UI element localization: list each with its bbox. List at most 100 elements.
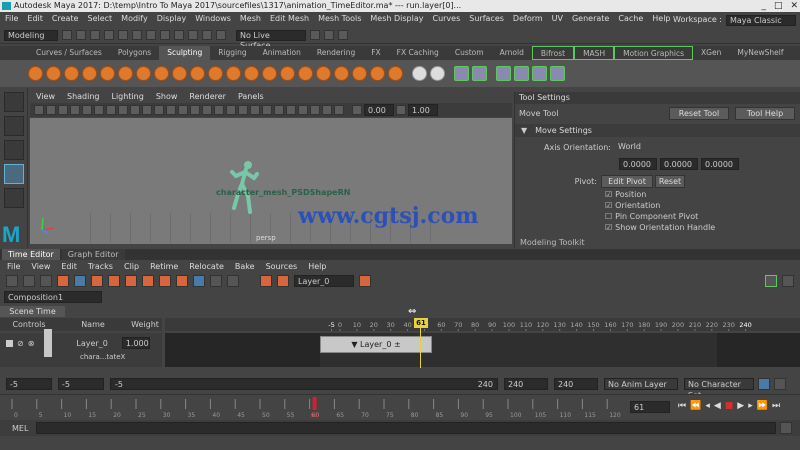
step-forward-frame-icon[interactable]: ▸: [748, 401, 753, 411]
menu-file[interactable]: File: [5, 12, 18, 26]
xray-joints-icon[interactable]: [322, 105, 332, 115]
stop-icon[interactable]: ■: [725, 401, 734, 411]
scrape-brush-icon[interactable]: [226, 66, 241, 81]
anim-end-field[interactable]: 240: [504, 378, 548, 390]
shelf-tab-rigging[interactable]: Rigging: [210, 46, 254, 60]
anti-aliasing-icon[interactable]: [274, 105, 284, 115]
reset-pivot-button[interactable]: Reset: [655, 174, 685, 188]
track-area[interactable]: [165, 333, 800, 367]
reset-tool-button[interactable]: Reset Tool: [669, 106, 729, 120]
clip-add-icon[interactable]: ±: [394, 340, 401, 349]
textured-icon[interactable]: [214, 105, 224, 115]
snap-grid-icon[interactable]: [174, 30, 184, 40]
mash-network-icon[interactable]: [496, 66, 511, 81]
shelf-tab-curves-surfaces[interactable]: Curves / Surfaces: [28, 46, 110, 60]
play-backward-icon[interactable]: ◀: [714, 401, 721, 411]
xray-icon[interactable]: [310, 105, 320, 115]
undo-icon[interactable]: [104, 30, 114, 40]
te-menu-file[interactable]: File: [7, 261, 20, 273]
add-track-icon[interactable]: [210, 275, 222, 287]
split-clip-icon[interactable]: [142, 275, 154, 287]
grab-brush-icon[interactable]: [82, 66, 97, 81]
options-icon[interactable]: [782, 275, 794, 287]
te-menu-sources[interactable]: Sources: [266, 261, 298, 273]
quick-rig-icon[interactable]: [472, 66, 487, 81]
shelf-tab-custom[interactable]: Custom: [447, 46, 492, 60]
smooth-brush-icon[interactable]: [46, 66, 61, 81]
save-scene-icon[interactable]: [90, 30, 100, 40]
layer-clip[interactable]: ▼ Layer_0 ±: [320, 336, 432, 353]
menu-windows[interactable]: Windows: [195, 12, 231, 26]
menu-display[interactable]: Display: [157, 12, 187, 26]
flatten-brush-icon[interactable]: [118, 66, 133, 81]
exposure-field[interactable]: 0.00: [364, 104, 394, 116]
menu-mesh-tools[interactable]: Mesh Tools: [318, 12, 361, 26]
scene-time-tab[interactable]: Scene Time: [0, 306, 65, 317]
maximize-button[interactable]: □: [774, 0, 783, 12]
mute-track-icon[interactable]: ⊗: [28, 339, 35, 348]
repeat-brush-icon[interactable]: [172, 66, 187, 81]
menu-curves[interactable]: Curves: [432, 12, 460, 26]
render-settings-icon[interactable]: [338, 30, 348, 40]
menu-select[interactable]: Select: [87, 12, 112, 26]
hold-icon[interactable]: [159, 275, 171, 287]
erase-brush-icon[interactable]: [388, 66, 403, 81]
redo-icon[interactable]: [118, 30, 128, 40]
image-plane-icon[interactable]: [70, 105, 80, 115]
time-slider[interactable]: 0 5 10 15 20 25 30 35 40 45 50 55 60 65 70 75 80 85 90 95 10…: [0, 394, 800, 419]
mask-brush-icon[interactable]: [370, 66, 385, 81]
shelf-tab-mash[interactable]: MASH: [574, 46, 615, 60]
clip-collapse-icon[interactable]: ▼: [351, 340, 357, 349]
relative-icon[interactable]: [193, 275, 205, 287]
rotate-tool-icon[interactable]: [3, 188, 24, 208]
menu-help[interactable]: Help: [652, 12, 670, 26]
lasso-tool-icon[interactable]: [3, 116, 24, 136]
snap-point-icon[interactable]: [202, 30, 212, 40]
paint-select-tool-icon[interactable]: [3, 140, 24, 160]
track-enable-checkbox[interactable]: [6, 339, 13, 347]
shelf-tab-fx[interactable]: FX: [363, 46, 388, 60]
track-name[interactable]: Layer_0: [76, 339, 107, 348]
tab-graph-editor[interactable]: Graph Editor: [61, 249, 125, 260]
symmetry-icon[interactable]: [412, 66, 427, 81]
xray-components-icon[interactable]: [334, 105, 344, 115]
checkbox-show-orientation-handle[interactable]: ☑: [605, 223, 612, 232]
menu-create[interactable]: Create: [52, 12, 79, 26]
menu-edit-mesh[interactable]: Edit Mesh: [270, 12, 309, 26]
add-layer-icon[interactable]: [260, 275, 272, 287]
camera-attributes-icon[interactable]: [46, 105, 56, 115]
te-menu-relocate[interactable]: Relocate: [189, 261, 224, 273]
pivot-z-field[interactable]: 0.0000: [701, 158, 739, 170]
loop-icon[interactable]: [176, 275, 188, 287]
mute-icon[interactable]: [6, 275, 18, 287]
key-icon[interactable]: [57, 275, 69, 287]
sound-icon[interactable]: [765, 275, 777, 287]
menu-edit[interactable]: Edit: [27, 12, 43, 26]
shelf-tab-polygons[interactable]: Polygons: [110, 46, 159, 60]
shelf-tab-mynewshelf[interactable]: MyNewShelf: [729, 46, 791, 60]
move-tool-icon[interactable]: [3, 164, 24, 184]
pinch-brush-icon[interactable]: [100, 66, 115, 81]
safe-action-icon[interactable]: [142, 105, 152, 115]
imprint-brush-icon[interactable]: [190, 66, 205, 81]
pivot-y-field[interactable]: 0.0000: [660, 158, 698, 170]
shelf-tab-arnold[interactable]: Arnold: [492, 46, 532, 60]
gamma-field[interactable]: 1.00: [408, 104, 438, 116]
wireframe-on-shaded-icon[interactable]: [202, 105, 212, 115]
screen-space-ao-icon[interactable]: [250, 105, 260, 115]
pivot-x-field[interactable]: 0.0000: [619, 158, 657, 170]
trim-start-icon[interactable]: [108, 275, 120, 287]
shelf-tab-sculpting[interactable]: Sculpting: [159, 46, 211, 60]
hik-icon[interactable]: [454, 66, 469, 81]
shelf-tab-animation[interactable]: Animation: [255, 46, 309, 60]
bulge-brush-icon[interactable]: [298, 66, 313, 81]
sculpt-brush-icon[interactable]: [28, 66, 43, 81]
te-menu-bake[interactable]: Bake: [235, 261, 255, 273]
menu-cache[interactable]: Cache: [618, 12, 643, 26]
time-slider-ruler[interactable]: 0 5 10 15 20 25 30 35 40 45 50 55 60 65 70 75 80 85 90 95 10…: [8, 395, 628, 419]
foamy-brush-icon[interactable]: [136, 66, 151, 81]
anim-layer-dropdown[interactable]: No Anim Layer: [604, 378, 678, 390]
timeslider-current-marker[interactable]: [312, 397, 317, 410]
fill-brush-icon[interactable]: [244, 66, 259, 81]
new-scene-icon[interactable]: [62, 30, 72, 40]
